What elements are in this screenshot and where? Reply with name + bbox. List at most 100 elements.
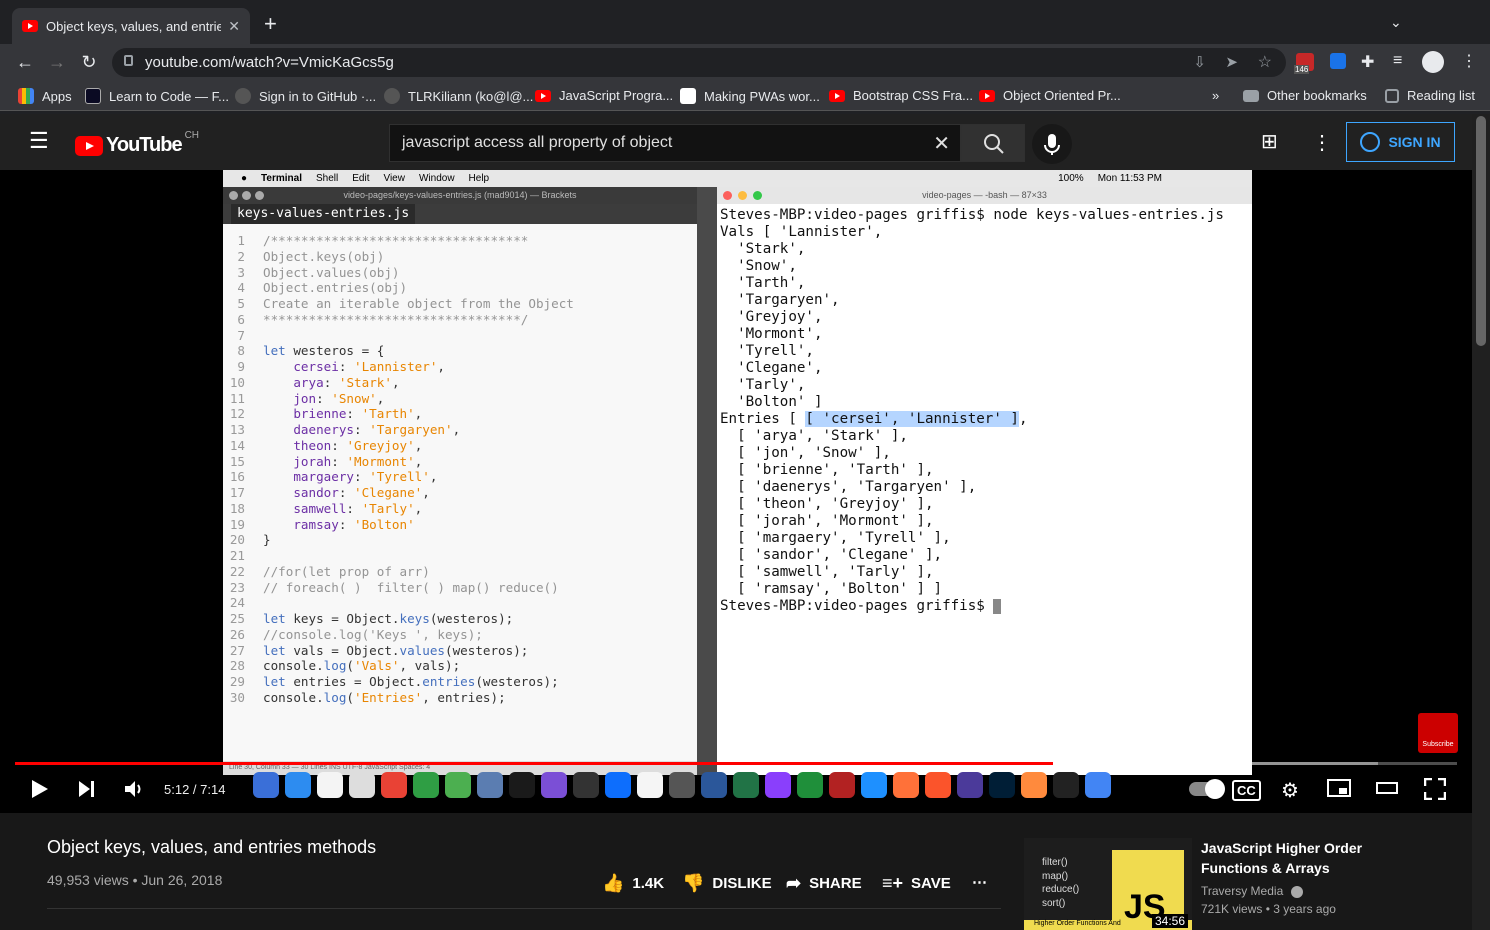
youtube-logo[interactable]: YouTube CH (75, 130, 199, 157)
terminal-title: video-pages — -bash — 87×33 (922, 190, 1047, 200)
thumbnail-line: reduce() (1042, 884, 1080, 895)
video-player[interactable]: ● Terminal Shell Edit View Window Help 1… (0, 170, 1472, 813)
menu-kebab-icon[interactable]: ⋮ (1461, 51, 1477, 71)
bookmark-label: Other bookmarks (1267, 88, 1367, 103)
terminal-line: [ 'theon', 'Greyjoy' ], (720, 496, 934, 512)
github-icon (235, 88, 251, 104)
mute-button[interactable] (123, 778, 145, 806)
hamburger-menu-icon[interactable]: ☰ (29, 130, 49, 152)
dock-app-icon (765, 772, 791, 798)
terminal-titlebar: video-pages — -bash — 87×33 (717, 187, 1252, 204)
bookmark-star-icon[interactable]: ☆ (1258, 52, 1272, 72)
search-button[interactable] (961, 124, 1025, 162)
autoplay-toggle[interactable] (1189, 778, 1225, 799)
install-icon[interactable]: ⇩ (1193, 53, 1206, 71)
subscribe-label: Subscribe (1422, 741, 1454, 748)
code-line: 5 Create an iterable object from the Obje… (237, 296, 574, 311)
editor-file-name: keys-values-entries.js (231, 204, 416, 224)
theater-mode-icon[interactable] (1376, 778, 1398, 804)
new-tab-button[interactable]: + (264, 13, 277, 35)
dock-app-icon (477, 772, 503, 798)
terminal-line: Vals [ 'Lannister', (720, 224, 883, 240)
other-bookmarks[interactable]: Other bookmarks (1243, 88, 1367, 103)
bookmark-label: JavaScript Progra... (559, 88, 674, 103)
settings-gear-icon[interactable]: ⚙ (1281, 778, 1299, 803)
terminal-line: 'Snow', (720, 258, 797, 274)
captions-icon[interactable]: CC (1232, 780, 1261, 801)
terminal-line: [ 'samwell', 'Tarly' ], (720, 564, 934, 580)
back-button[interactable]: ← (14, 52, 36, 73)
page-scrollbar[interactable] (1472, 114, 1490, 930)
pwa-icon (680, 88, 696, 104)
reading-list-icon (1385, 88, 1399, 103)
sign-in-button[interactable]: SIGN IN (1346, 122, 1455, 162)
bookmark-github-user[interactable]: TLRKiliann (ko@l@... (384, 88, 533, 104)
thumbnail-line: sort() (1042, 897, 1066, 909)
terminal-line: [ 'sandor', 'Clegane' ], (720, 547, 943, 563)
extension-icon[interactable] (1330, 53, 1346, 69)
fullscreen-icon[interactable] (1423, 777, 1447, 806)
bookmark-label: Making PWAs wor... (704, 88, 820, 104)
dock-app-icon (669, 772, 695, 798)
save-label: SAVE (911, 875, 951, 892)
terminal-window: video-pages — -bash — 87×33 Steves-MBP:v… (717, 187, 1252, 775)
tab-search-chevron-icon[interactable]: ⌄ (1390, 14, 1402, 31)
scrollbar-thumb[interactable] (1476, 116, 1486, 346)
bookmark-pwas[interactable]: Making PWAs wor... (680, 88, 820, 104)
clear-search-icon[interactable]: ✕ (933, 131, 950, 156)
volume-icon (125, 781, 141, 797)
dock-app-icon (829, 772, 855, 798)
tab-active[interactable]: Object keys, values, and entrie ✕ (12, 8, 250, 44)
tab-title: Object keys, values, and entrie (46, 18, 221, 34)
editor-sidebar (697, 187, 717, 775)
reload-button[interactable]: ↻ (78, 52, 100, 73)
subscribe-watermark[interactable]: Subscribe (1418, 713, 1458, 753)
close-tab-icon[interactable]: ✕ (228, 18, 240, 35)
address-bar[interactable]: youtube.com/watch?v=VmicKaGcs5g ⇩ ➤ ☆ (112, 48, 1286, 77)
related-title[interactable]: JavaScript Higher Order Functions & Arra… (1201, 838, 1401, 878)
dock-app-icon (925, 772, 951, 798)
extensions-puzzle-icon[interactable]: ✚ (1361, 52, 1374, 72)
extension-badge: 146 (1294, 65, 1310, 74)
voice-search-button[interactable] (1032, 124, 1072, 164)
bookmark-oop[interactable]: Object Oriented Pr... (979, 88, 1121, 103)
save-button[interactable]: ≡+ SAVE (882, 873, 951, 894)
profile-avatar-icon[interactable] (1422, 51, 1444, 73)
search-input[interactable]: javascript access all property of object… (389, 124, 961, 162)
code-line: 27 let vals = Object.values(westeros); (229, 642, 529, 658)
bookmark-github-signin[interactable]: Sign in to GitHub ·... (235, 88, 376, 104)
miniplayer-icon[interactable] (1327, 778, 1351, 804)
bookmark-javascript[interactable]: JavaScript Progra... (535, 88, 673, 103)
reading-list[interactable]: Reading list (1385, 88, 1475, 103)
youtube-icon (535, 89, 551, 102)
code-view: 1/********************************** 2 Obj… (223, 233, 697, 706)
related-thumbnail[interactable]: filter() map() reduce() sort() JS Higher… (1024, 838, 1192, 930)
thumbs-down-icon: 👎 (682, 873, 705, 893)
extension-ublock-icon[interactable]: 146 (1294, 53, 1314, 74)
send-icon[interactable]: ➤ (1225, 53, 1238, 71)
github-icon (384, 88, 400, 104)
more-actions-icon[interactable]: ⋯ (972, 873, 987, 891)
share-button[interactable]: ➦ SHARE (786, 873, 862, 894)
youtube-logo-text: YouTube (106, 134, 183, 156)
like-button[interactable]: 👍 1.4K (602, 873, 664, 894)
progress-bar[interactable] (15, 762, 1457, 765)
video-duration: 34:56 (1151, 914, 1188, 928)
code-line: 7 (237, 327, 245, 343)
media-queue-icon[interactable]: ≡ (1393, 52, 1402, 70)
apps-grid-icon[interactable]: ⊞ (1261, 132, 1278, 152)
next-button[interactable] (77, 778, 97, 806)
forward-button[interactable]: → (46, 52, 68, 73)
code-line: 29 let entries = Object.entries(westeros)… (229, 674, 559, 689)
dislike-button[interactable]: 👎 DISLIKE (682, 873, 772, 894)
play-button[interactable] (30, 778, 50, 806)
bookmarks-overflow-icon[interactable]: » (1212, 88, 1219, 103)
bookmark-bootstrap[interactable]: Bootstrap CSS Fra... (829, 88, 973, 103)
terminal-line: 'Greyjoy', (720, 309, 823, 325)
settings-kebab-icon[interactable]: ⋮ (1312, 130, 1332, 155)
code-line: 20} (229, 532, 271, 548)
related-channel[interactable]: Traversy Media (1201, 884, 1303, 898)
bookmark-apps[interactable]: Apps (18, 88, 72, 104)
mac-menu-item: Help (468, 173, 490, 184)
bookmark-freecodecamp[interactable]: Learn to Code — F... (85, 88, 229, 104)
